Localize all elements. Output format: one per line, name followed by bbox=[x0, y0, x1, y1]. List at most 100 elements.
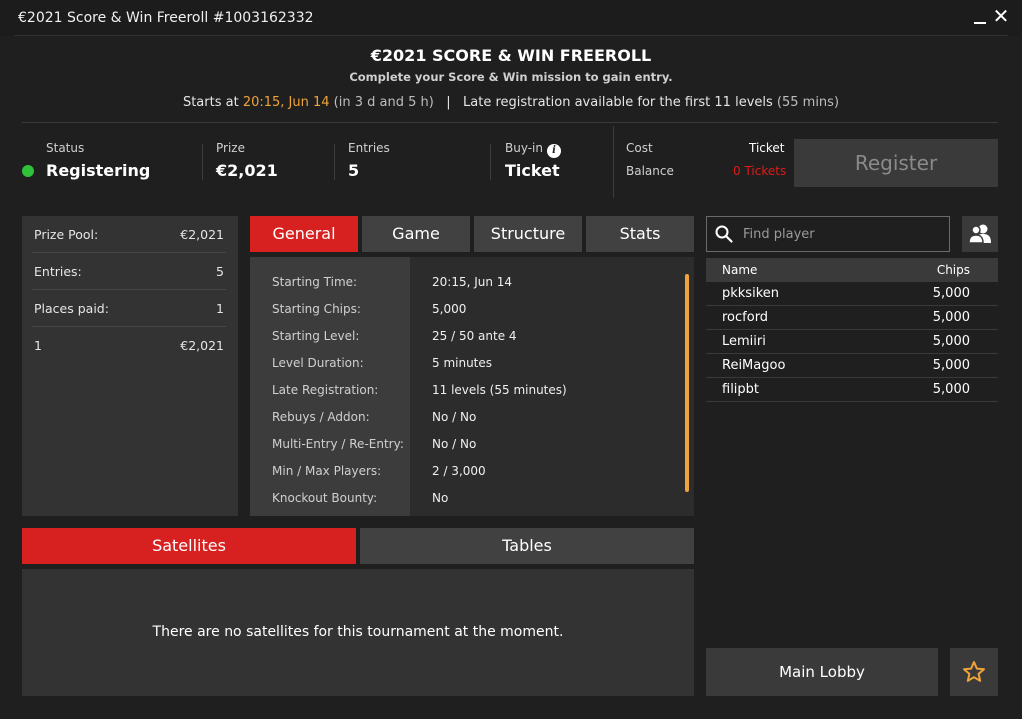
general-row: Starting Level: 25 / 50 ante 4 bbox=[250, 329, 694, 356]
info-icon[interactable]: i bbox=[547, 144, 561, 158]
window-title: €2021 Score & Win Freeroll #1003162332 bbox=[18, 10, 314, 26]
late-registration-info: Late registration available for the firs… bbox=[463, 95, 773, 110]
tab-general[interactable]: General bbox=[250, 216, 358, 252]
general-row-value: No / No bbox=[432, 410, 477, 424]
player-row[interactable]: Lemiiri 5,000 bbox=[706, 330, 998, 354]
starts-in: (in 3 d and 5 h) bbox=[329, 95, 434, 110]
payout-amount: €2,021 bbox=[180, 338, 224, 353]
general-row: Starting Chips: 5,000 bbox=[250, 302, 694, 329]
general-info-panel: Starting Time: 20:15, Jun 14 Starting Ch… bbox=[250, 257, 694, 516]
general-row: Min / Max Players: 2 / 3,000 bbox=[250, 464, 694, 491]
general-row-value: 11 levels (55 minutes) bbox=[432, 383, 567, 397]
star-icon bbox=[963, 661, 985, 682]
buyin-label: Buy-in bbox=[505, 141, 543, 155]
search-icon bbox=[715, 225, 733, 243]
prize-pool-value: €2,021 bbox=[180, 227, 224, 242]
status-value: Registering bbox=[46, 161, 151, 180]
entries-row-label: Entries: bbox=[34, 264, 82, 279]
player-search[interactable] bbox=[706, 216, 950, 252]
tournament-subtitle: Complete your Score & Win mission to gai… bbox=[349, 70, 673, 84]
general-row-label: Starting Time: bbox=[272, 275, 358, 289]
places-paid-value: 1 bbox=[216, 301, 224, 316]
late-registration-duration: (55 mins) bbox=[772, 95, 840, 110]
general-row: Starting Time: 20:15, Jun 14 bbox=[250, 275, 694, 302]
player-name: pkksiken bbox=[722, 286, 779, 301]
general-row-value: 5 minutes bbox=[432, 356, 493, 370]
general-row: Knockout Bounty: No bbox=[250, 491, 694, 516]
tab-structure[interactable]: Structure bbox=[474, 216, 582, 252]
column-chips[interactable]: Chips bbox=[937, 263, 970, 277]
payout-row: 1 €2,021 bbox=[32, 327, 226, 364]
player-chips: 5,000 bbox=[932, 358, 970, 373]
entries-label: Entries bbox=[348, 141, 390, 155]
general-row: Multi-Entry / Re-Entry: No / No bbox=[250, 437, 694, 464]
tournament-name: €2021 SCORE & WIN FREEROLL bbox=[370, 46, 652, 65]
general-row-value: 25 / 50 ante 4 bbox=[432, 329, 517, 343]
balance-value: 0 Tickets bbox=[733, 164, 787, 178]
tab-stats[interactable]: Stats bbox=[586, 216, 694, 252]
info-divider bbox=[22, 122, 998, 123]
cost-label: Cost bbox=[626, 141, 653, 155]
info-separator bbox=[334, 144, 335, 180]
general-row-value: 5,000 bbox=[432, 302, 467, 316]
player-chips: 5,000 bbox=[932, 382, 970, 397]
player-chips: 5,000 bbox=[932, 286, 970, 301]
general-row-label: Starting Level: bbox=[272, 329, 360, 343]
column-name[interactable]: Name bbox=[722, 263, 757, 277]
prize-value: €2,021 bbox=[216, 161, 278, 180]
players-table-header: Name Chips bbox=[706, 258, 998, 282]
general-row-label: Late Registration: bbox=[272, 383, 379, 397]
tab-game[interactable]: Game bbox=[362, 216, 470, 252]
prize-pool-label: Prize Pool: bbox=[34, 227, 99, 242]
entries-value: 5 bbox=[348, 161, 360, 180]
payout-place: 1 bbox=[34, 338, 42, 353]
satellites-empty-message: There are no satellites for this tournam… bbox=[152, 624, 564, 640]
prize-pool-row: Prize Pool: €2,021 bbox=[32, 216, 226, 253]
users-icon bbox=[968, 224, 991, 244]
header-separator: | bbox=[446, 95, 451, 110]
general-row-value: No bbox=[432, 491, 449, 505]
places-paid-label: Places paid: bbox=[34, 301, 109, 316]
player-name: filipbt bbox=[722, 382, 760, 397]
player-name: ReiMagoo bbox=[722, 358, 786, 373]
general-scrollbar[interactable] bbox=[685, 274, 689, 492]
close-button[interactable]: ✕ bbox=[990, 4, 1012, 28]
start-info: Starts at 20:15, Jun 14 (in 3 d and 5 h)… bbox=[0, 95, 1022, 110]
player-row[interactable]: filipbt 5,000 bbox=[706, 378, 998, 402]
register-button[interactable]: Register bbox=[794, 139, 998, 187]
search-input[interactable] bbox=[743, 218, 943, 250]
buyin-value: Ticket bbox=[505, 161, 560, 180]
balance-label: Balance bbox=[626, 164, 674, 178]
friends-button[interactable] bbox=[962, 216, 998, 252]
prize-label: Prize bbox=[216, 141, 245, 155]
info-separator bbox=[613, 126, 614, 198]
minimize-button[interactable] bbox=[972, 6, 988, 26]
cost-value: Ticket bbox=[749, 141, 785, 155]
general-row-label: Min / Max Players: bbox=[272, 464, 382, 478]
general-row: Late Registration: 11 levels (55 minutes… bbox=[250, 383, 694, 410]
tab-tables[interactable]: Tables bbox=[360, 528, 694, 564]
entries-row: Entries: 5 bbox=[32, 253, 226, 290]
main-lobby-button[interactable]: Main Lobby bbox=[706, 648, 938, 696]
player-row[interactable]: ReiMagoo 5,000 bbox=[706, 354, 998, 378]
general-row-label: Multi-Entry / Re-Entry: bbox=[272, 437, 404, 451]
general-row-label: Knockout Bounty: bbox=[272, 491, 378, 505]
entries-row-value: 5 bbox=[216, 264, 224, 279]
places-paid-row: Places paid: 1 bbox=[32, 290, 226, 327]
favorite-button[interactable] bbox=[950, 648, 998, 696]
player-name: Lemiiri bbox=[722, 334, 766, 349]
general-row-value: 20:15, Jun 14 bbox=[432, 275, 513, 289]
player-row[interactable]: rocford 5,000 bbox=[706, 306, 998, 330]
status-label: Status bbox=[46, 141, 85, 155]
general-row: Level Duration: 5 minutes bbox=[250, 356, 694, 383]
info-separator bbox=[202, 144, 203, 180]
tab-satellites[interactable]: Satellites bbox=[22, 528, 356, 564]
title-divider bbox=[14, 35, 1008, 36]
prize-pool-panel: Prize Pool: €2,021 Entries: 5 Places pai… bbox=[22, 216, 238, 516]
player-chips: 5,000 bbox=[932, 334, 970, 349]
general-row-label: Level Duration: bbox=[272, 356, 364, 370]
info-separator bbox=[490, 144, 491, 180]
player-row[interactable]: pkksiken 5,000 bbox=[706, 282, 998, 306]
general-row-label: Rebuys / Addon: bbox=[272, 410, 370, 424]
player-chips: 5,000 bbox=[932, 310, 970, 325]
